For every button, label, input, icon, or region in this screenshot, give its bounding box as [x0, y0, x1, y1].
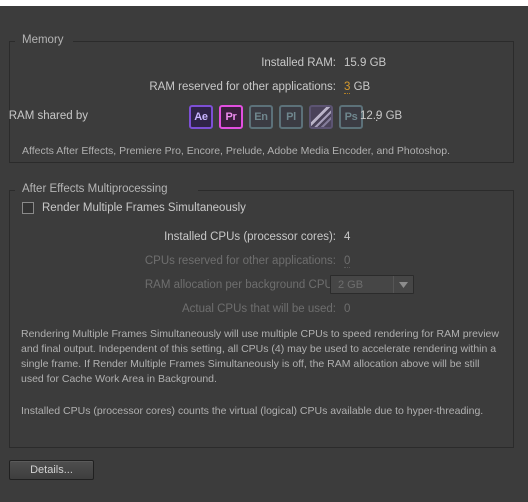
multiprocessing-description-1: Rendering Multiple Frames Simultaneously…	[21, 328, 499, 385]
encore-icon[interactable]: En	[249, 105, 273, 129]
media-encoder-glyph	[311, 107, 331, 127]
prelude-icon[interactable]: Pl	[279, 105, 303, 129]
render-multiple-frames-checkbox[interactable]	[22, 202, 34, 214]
ram-allocation-label: RAM allocation per background CPU:	[144, 279, 336, 291]
ram-reserved-value-group: 3 GB	[344, 81, 371, 94]
shared-app-icons: Ae Pr En Pl Ps :	[189, 105, 378, 129]
multiprocessing-group-title: After Effects Multiprocessing	[22, 183, 168, 195]
after-effects-icon[interactable]: Ae	[189, 105, 213, 129]
preferences-memory-multiprocessing-dialog: Memory Installed RAM: 15.9 GB RAM reserv…	[0, 0, 528, 502]
render-multiple-frames-label: Render Multiple Frames Simultaneously	[42, 202, 246, 214]
ram-allocation-selected-value: 2 GB	[338, 278, 364, 291]
adobe-media-encoder-icon[interactable]	[309, 105, 333, 129]
installed-ram-value: 15.9 GB	[344, 57, 387, 69]
cpus-reserved-value: 0	[344, 255, 351, 268]
memory-group-border-left	[10, 41, 15, 42]
memory-group-border-right	[73, 41, 513, 42]
cpus-reserved-label: CPUs reserved for other applications:	[144, 255, 336, 267]
details-button[interactable]: Details...	[9, 460, 94, 480]
ram-shared-value: 12.9 GB	[360, 110, 403, 122]
cpus-reserved-scrub-value[interactable]: 0	[344, 255, 351, 268]
ram-shared-by-label: RAM shared by	[8, 110, 88, 122]
actual-cpus-label: Actual CPUs that will be used:	[181, 303, 336, 315]
installed-ram-label: Installed RAM:	[261, 57, 336, 69]
ram-reserved-unit: GB	[350, 81, 371, 93]
ram-reserved-label: RAM reserved for other applications:	[149, 81, 336, 93]
dialog-top-edge	[0, 0, 528, 6]
ram-allocation-dropdown[interactable]: 2 GB	[330, 275, 414, 294]
premiere-pro-icon[interactable]: Pr	[219, 105, 243, 129]
chevron-down-icon[interactable]	[394, 276, 413, 293]
mp-group-border-left	[10, 190, 15, 191]
mp-group-border-right	[198, 190, 513, 191]
affects-note: Affects After Effects, Premiere Pro, Enc…	[22, 145, 451, 157]
multiprocessing-description-2: Installed CPUs (processor cores) counts …	[21, 405, 484, 417]
render-multiple-frames-checkbox-row[interactable]: Render Multiple Frames Simultaneously	[22, 202, 246, 214]
installed-cpus-value: 4	[344, 231, 351, 243]
actual-cpus-value: 0	[344, 303, 351, 315]
installed-cpus-label: Installed CPUs (processor cores):	[164, 231, 336, 243]
memory-group-title: Memory	[22, 34, 64, 46]
